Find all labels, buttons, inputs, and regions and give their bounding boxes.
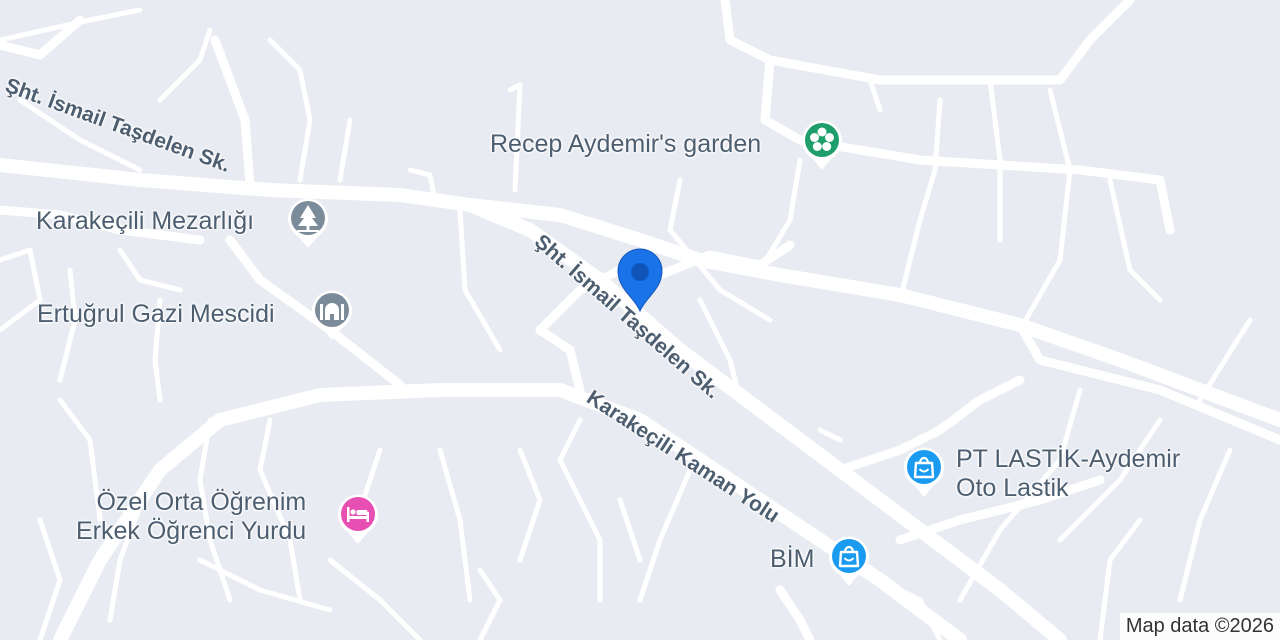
location-pin-icon[interactable] xyxy=(612,245,668,315)
poi-label-line-1: Özel Orta Öğrenim xyxy=(96,488,307,516)
poi-label: Ertuğrul Gazi Mescidi xyxy=(37,300,275,328)
tree-icon[interactable] xyxy=(286,196,330,250)
poi-label-line-2: Oto Lastik xyxy=(956,474,1069,502)
map-canvas[interactable]: Şht. İsmail Taşdelen Sk. Şht. İsmail Taş… xyxy=(0,0,1280,640)
poi-label: BİM xyxy=(770,545,815,573)
poi-bim[interactable]: BİM xyxy=(770,545,814,574)
poi-label-line-2: Erkek Öğrenci Yurdu xyxy=(76,517,307,545)
shopping-bag-icon[interactable] xyxy=(827,534,871,588)
poi-karakecili-mezarligi[interactable]: Karakeçili Mezarlığı xyxy=(36,207,254,236)
poi-label: Recep Aydemir's garden xyxy=(490,130,762,158)
mosque-icon[interactable] xyxy=(310,288,354,342)
bed-icon[interactable] xyxy=(336,492,380,546)
map-attribution[interactable]: Map data ©2026 xyxy=(1119,613,1280,640)
poi-recep-aydemir-garden[interactable]: Recep Aydemir's garden xyxy=(490,130,761,159)
poi-ogrenci-yurdu[interactable]: Özel Orta Öğrenim Erkek Öğrenci Yurdu xyxy=(76,488,306,546)
poi-pt-lastik[interactable]: PT LASTİK-Aydemir Oto Lastik xyxy=(956,445,1180,503)
poi-ertugrul-gazi-mescidi[interactable]: Ertuğrul Gazi Mescidi xyxy=(37,300,275,329)
poi-label: Karakeçili Mezarlığı xyxy=(36,207,255,235)
flower-icon[interactable] xyxy=(800,118,844,172)
shopping-bag-icon[interactable] xyxy=(902,445,946,499)
poi-label-line-1: PT LASTİK-Aydemir xyxy=(956,445,1181,473)
